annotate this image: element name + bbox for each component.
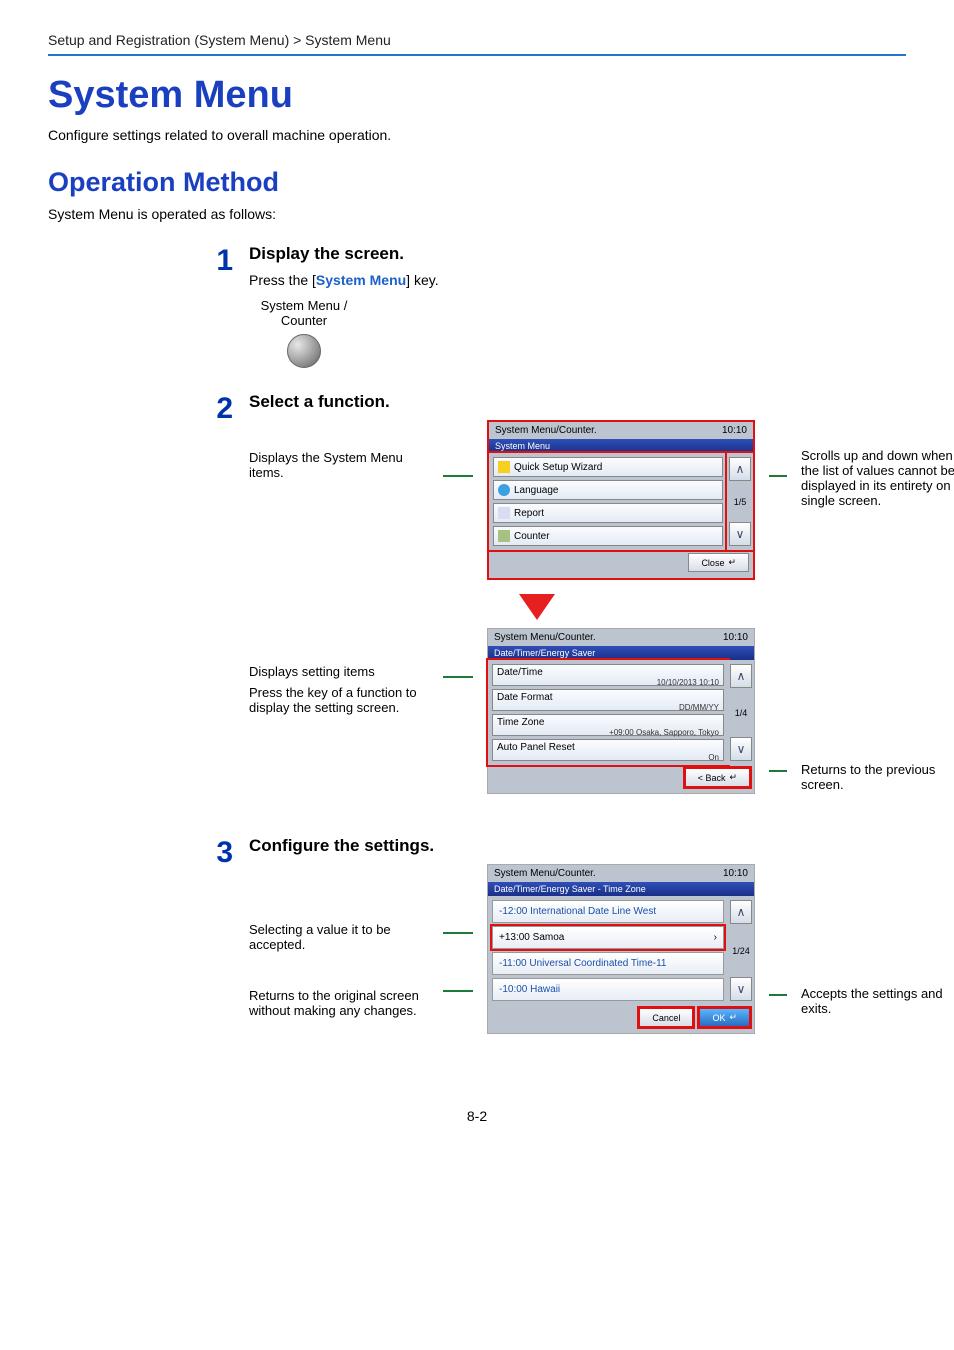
- arrow-down-icon: [519, 594, 555, 620]
- panel-subtitle: System Menu: [489, 439, 753, 453]
- option-row[interactable]: -10:00 Hawaii: [492, 978, 724, 1001]
- callout-ok: Accepts the settings and exits.: [801, 864, 954, 1022]
- step-1: 1 Display the screen. Press the [System …: [48, 244, 906, 368]
- cancel-button[interactable]: Cancel: [639, 1008, 693, 1027]
- chevron-right-icon: ›: [714, 932, 717, 943]
- breadcrumb: Setup and Registration (System Menu) > S…: [48, 32, 906, 56]
- chevron-up-icon: ∧: [736, 462, 745, 476]
- scroll-down-button[interactable]: ∨: [730, 977, 752, 1001]
- globe-icon: [498, 484, 510, 496]
- section-title: Operation Method: [48, 167, 906, 198]
- callout-setting-items: Displays setting items Press the key of …: [249, 628, 429, 721]
- panel-list: -12:00 International Date Line West +13:…: [488, 896, 728, 1005]
- panel-header: System Menu/Counter.: [495, 425, 597, 436]
- callout-scroll: Scrolls up and down when the list of val…: [801, 420, 954, 514]
- connector-line: [443, 932, 473, 934]
- hardware-button-icon: [287, 334, 321, 368]
- panel-time: 10:10: [723, 868, 748, 879]
- key-label-line2: Counter: [249, 313, 359, 328]
- panel-time: 10:10: [723, 632, 748, 643]
- chevron-down-icon: ∨: [737, 742, 746, 756]
- callout-select-cancel: Selecting a value it to be accepted. Ret…: [249, 864, 429, 1024]
- scroll-up-button[interactable]: ∧: [730, 900, 752, 924]
- connector-line: [443, 990, 473, 992]
- option-row[interactable]: -11:00 Universal Coordinated Time-11: [492, 952, 724, 975]
- callout-back: Returns to the previous screen.: [801, 628, 954, 798]
- connector-line: [769, 475, 787, 477]
- scroll-bar: ∧ 1/24 ∨: [728, 896, 754, 1005]
- panel-list: Quick Setup Wizard Language Report Count…: [489, 453, 727, 550]
- ok-button[interactable]: OK↵: [699, 1008, 750, 1027]
- system-menu-keyword: System Menu: [316, 272, 406, 288]
- scroll-page: 1/4: [735, 708, 748, 718]
- step-number: 1: [216, 244, 233, 278]
- scroll-page: 1/5: [734, 497, 747, 507]
- setting-row-datetime[interactable]: Date/Time10/10/2013 10:10: [492, 664, 724, 686]
- step-number: 2: [216, 392, 233, 426]
- return-icon: ↵: [729, 772, 737, 783]
- menu-row-language[interactable]: Language: [493, 480, 723, 500]
- touchpanel-timezone: System Menu/Counter. 10:10 Date/Timer/En…: [487, 864, 755, 1034]
- menu-row-counter[interactable]: Counter: [493, 526, 723, 546]
- chevron-down-icon: ∨: [736, 527, 745, 541]
- step-number: 3: [216, 836, 233, 870]
- hardware-key-figure: System Menu / Counter: [249, 298, 359, 368]
- callout-menu-items: Displays the System Menu items.: [249, 420, 429, 486]
- panel-subtitle: Date/Timer/Energy Saver - Time Zone: [488, 882, 754, 896]
- setting-row-autoreset[interactable]: Auto Panel ResetOn: [492, 739, 724, 761]
- menu-row-wizard[interactable]: Quick Setup Wizard: [493, 457, 723, 477]
- counter-icon: [498, 530, 510, 542]
- step-title: Select a function.: [249, 392, 954, 412]
- close-button[interactable]: Close↵: [688, 553, 749, 572]
- scroll-down-button[interactable]: ∨: [730, 737, 752, 761]
- report-icon: [498, 507, 510, 519]
- scroll-down-button[interactable]: ∨: [729, 522, 751, 546]
- back-button[interactable]: < Back↵: [685, 768, 750, 787]
- key-label-line1: System Menu /: [249, 298, 359, 313]
- intro-text: Configure settings related to overall ma…: [48, 127, 906, 143]
- connector-line: [443, 475, 473, 477]
- scroll-page: 1/24: [732, 946, 750, 956]
- connector-line: [769, 770, 787, 772]
- return-icon: ↵: [729, 1012, 737, 1023]
- scroll-up-button[interactable]: ∧: [730, 664, 752, 688]
- panel-header: System Menu/Counter.: [494, 632, 596, 643]
- scroll-bar: ∧ 1/4 ∨: [728, 660, 754, 765]
- panel-subtitle: Date/Timer/Energy Saver: [488, 646, 754, 660]
- step-title: Display the screen.: [249, 244, 906, 264]
- option-row[interactable]: -12:00 International Date Line West: [492, 900, 724, 923]
- scroll-bar: ∧ 1/5 ∨: [727, 453, 753, 550]
- chevron-down-icon: ∨: [737, 982, 746, 996]
- scroll-up-button[interactable]: ∧: [729, 457, 751, 481]
- touchpanel-system-menu: System Menu/Counter. 10:10 System Menu Q…: [487, 420, 755, 580]
- page-number: 8-2: [48, 1108, 906, 1124]
- menu-row-report[interactable]: Report: [493, 503, 723, 523]
- setting-row-timezone[interactable]: Time Zone+09:00 Osaka, Sapporo, Tokyo: [492, 714, 724, 736]
- panel-header: System Menu/Counter.: [494, 868, 596, 879]
- connector-line: [769, 994, 787, 996]
- page-title: System Menu: [48, 74, 906, 117]
- return-icon: ↵: [728, 557, 736, 568]
- step-instruction: Press the [System Menu] key.: [249, 272, 906, 288]
- chevron-up-icon: ∧: [737, 905, 746, 919]
- step-3: 3 Configure the settings. Selecting a va…: [48, 836, 906, 1048]
- step-2: 2 Select a function. Displays the System…: [48, 392, 906, 812]
- wizard-icon: [498, 461, 510, 473]
- panel-list: Date/Time10/10/2013 10:10 Date FormatDD/…: [488, 660, 728, 765]
- section-intro: System Menu is operated as follows:: [48, 206, 906, 222]
- connector-line: [443, 676, 473, 678]
- touchpanel-date-timer: System Menu/Counter. 10:10 Date/Timer/En…: [487, 628, 755, 794]
- option-row-selected[interactable]: +13:00 Samoa›: [492, 926, 724, 949]
- chevron-up-icon: ∧: [737, 669, 746, 683]
- setting-row-dateformat[interactable]: Date FormatDD/MM/YY: [492, 689, 724, 711]
- panel-time: 10:10: [722, 425, 747, 436]
- step-title: Configure the settings.: [249, 836, 954, 856]
